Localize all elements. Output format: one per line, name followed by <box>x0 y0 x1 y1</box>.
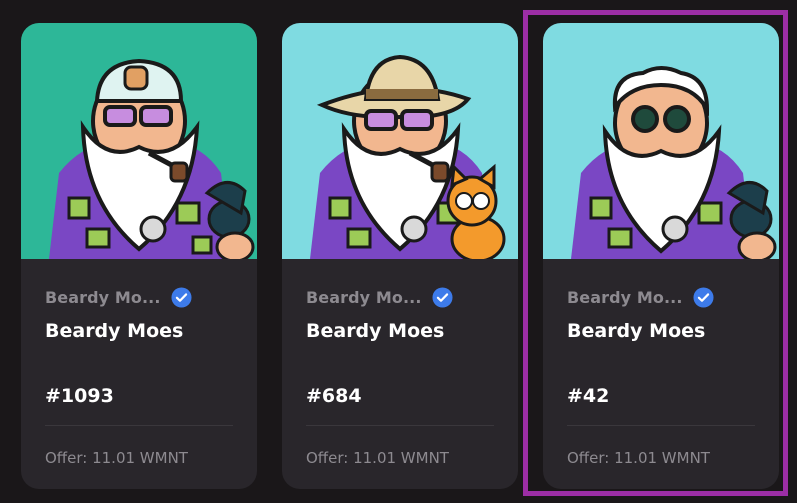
offer-text: Offer: 11.01 WMNT <box>567 449 710 467</box>
token-id: #1093 <box>45 385 114 407</box>
nft-name: Beardy Moes <box>567 320 706 342</box>
token-id: #684 <box>306 385 362 407</box>
nft-image[interactable] <box>282 23 518 259</box>
nft-card-42[interactable]: Beardy Mo... Beardy Moes #42 Offer: 11.0… <box>543 23 779 489</box>
offer-text: Offer: 11.01 WMNT <box>45 449 188 467</box>
collection-row: Beardy Mo... <box>45 287 192 308</box>
token-id: #42 <box>567 385 610 407</box>
divider <box>306 425 494 426</box>
nft-card-1093[interactable]: Beardy Mo... Beardy Moes #1093 Offer: 11… <box>21 23 257 489</box>
divider <box>45 425 233 426</box>
collection-name: Beardy Mo... <box>567 288 683 307</box>
verified-badge-icon <box>693 287 714 308</box>
collection-row: Beardy Mo... <box>306 287 453 308</box>
nft-image[interactable] <box>543 23 779 259</box>
collection-row: Beardy Mo... <box>567 287 714 308</box>
verified-badge-icon <box>171 287 192 308</box>
offer-text: Offer: 11.01 WMNT <box>306 449 449 467</box>
nft-name: Beardy Moes <box>45 320 184 342</box>
nft-name: Beardy Moes <box>306 320 445 342</box>
nft-card-684[interactable]: Beardy Mo... Beardy Moes #684 Offer: 11.… <box>282 23 518 489</box>
verified-badge-icon <box>432 287 453 308</box>
collection-name: Beardy Mo... <box>45 288 161 307</box>
divider <box>567 425 755 426</box>
collection-name: Beardy Mo... <box>306 288 422 307</box>
nft-image[interactable] <box>21 23 257 259</box>
